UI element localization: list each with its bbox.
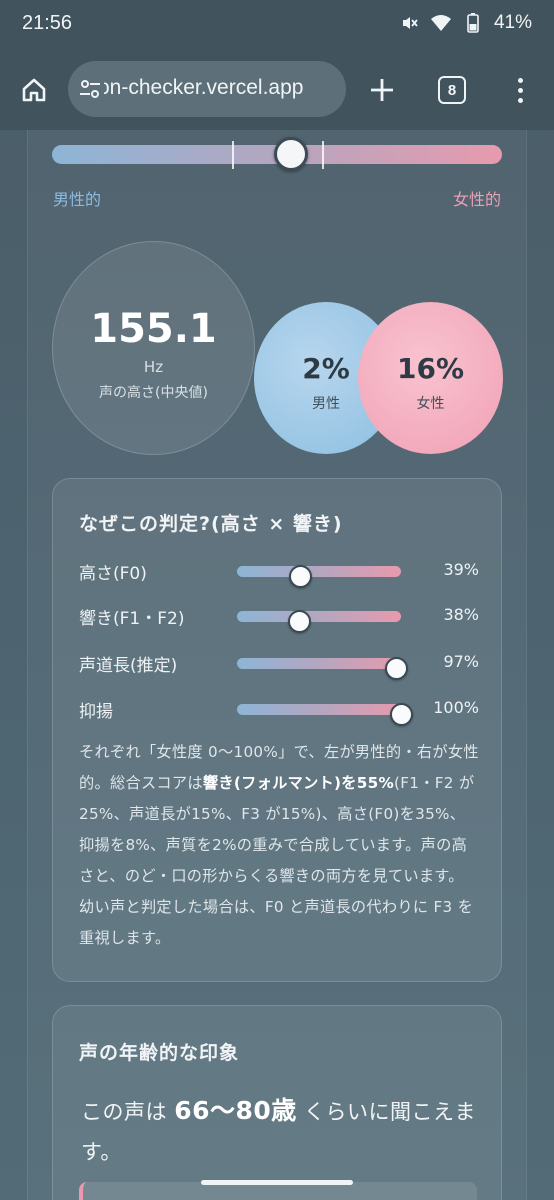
factor-label: 抑揚 — [79, 702, 113, 722]
menu-dot — [517, 97, 523, 103]
menu-dot — [517, 77, 523, 83]
home-button[interactable] — [16, 72, 52, 108]
factor-row: 響き(F1・F2) 38% — [79, 602, 479, 633]
pitch-value: 155.1 — [90, 306, 217, 352]
site-settings-icon[interactable] — [78, 77, 104, 101]
factor-row: 抑揚 100% — [79, 695, 479, 726]
male-side-label: 男性的 — [53, 190, 102, 209]
battery-percent: 41% — [493, 12, 532, 33]
browser-toolbar: on-checker.vercel.app 8 — [0, 50, 554, 130]
factor-label: 声道長(推定) — [79, 656, 178, 676]
why-explanation: それぞれ「女性度 0〜100%」で、左が男性的・右が女性的。総合スコアは響き(フ… — [79, 737, 479, 954]
factor-track — [237, 565, 401, 588]
gender-slider-thumb — [273, 137, 308, 171]
factor-track — [237, 657, 408, 680]
pitch-caption: 声の高さ(中央値) — [99, 385, 208, 401]
address-bar[interactable]: on-checker.vercel.app — [68, 61, 346, 117]
female-percent: 16% — [396, 352, 465, 385]
home-icon — [22, 78, 46, 102]
status-time: 21:56 — [22, 12, 73, 34]
battery-icon — [462, 12, 484, 34]
url-text[interactable]: on-checker.vercel.app — [98, 76, 303, 100]
factor-percent: 100% — [433, 698, 479, 717]
factor-thumb — [287, 610, 311, 633]
new-tab-button[interactable] — [364, 72, 400, 108]
slider-tick — [322, 141, 324, 169]
age-prefix: この声は — [81, 1100, 175, 1124]
status-bar: 21:56 41% — [0, 0, 554, 50]
factor-percent: 97% — [443, 652, 479, 671]
slider-tick — [232, 141, 234, 169]
factor-thumb — [389, 703, 413, 726]
pitch-display: 155.1 Hz 声の高さ(中央値) — [52, 241, 255, 455]
why-card: なぜこの判定?(高さ × 響き) 高さ(F0) 39% 響き(F1・F2) 38… — [52, 478, 502, 982]
factor-track — [237, 610, 401, 633]
age-range: 66〜80歳 — [174, 1096, 297, 1125]
age-statement: この声は 66〜80歳 くらいに聞こえます。 — [81, 1091, 481, 1172]
factor-label: 響き(F1・F2) — [79, 609, 185, 629]
factor-row: 高さ(F0) 39% — [79, 557, 479, 588]
age-title: 声の年齢的な印象 — [79, 1042, 240, 1064]
age-card: 声の年齢的な印象 この声は 66〜80歳 くらいに聞こえます。 — [52, 1005, 502, 1200]
factor-percent: 38% — [443, 605, 479, 624]
tab-switcher-button[interactable]: 8 — [438, 76, 466, 104]
factor-label: 高さ(F0) — [79, 564, 147, 584]
why-text-bold: 響き(フォルマント)を55% — [202, 774, 395, 792]
mute-icon — [398, 12, 420, 34]
status-icons: 41% — [398, 12, 532, 34]
factor-row: 声道長(推定) 97% — [79, 649, 479, 680]
menu-dot — [517, 87, 523, 93]
factor-track — [237, 703, 413, 726]
wifi-icon — [430, 12, 452, 34]
why-text-2: (F1・F2 が25%、声道長が15%、F3 が15%)、高さ(F0)を35%、… — [79, 774, 475, 947]
female-score-circle: 16% 女性 — [358, 302, 503, 454]
female-label: 女性 — [416, 396, 445, 412]
factor-percent: 39% — [443, 560, 479, 579]
why-title: なぜこの判定?(高さ × 響き) — [79, 513, 343, 535]
more-menu-button[interactable] — [508, 72, 532, 108]
female-side-label: 女性的 — [452, 190, 501, 209]
pitch-unit: Hz — [143, 358, 164, 376]
plus-icon — [371, 79, 393, 101]
home-indicator[interactable] — [201, 1180, 353, 1185]
factor-thumb — [289, 565, 313, 588]
factor-thumb — [384, 657, 408, 680]
